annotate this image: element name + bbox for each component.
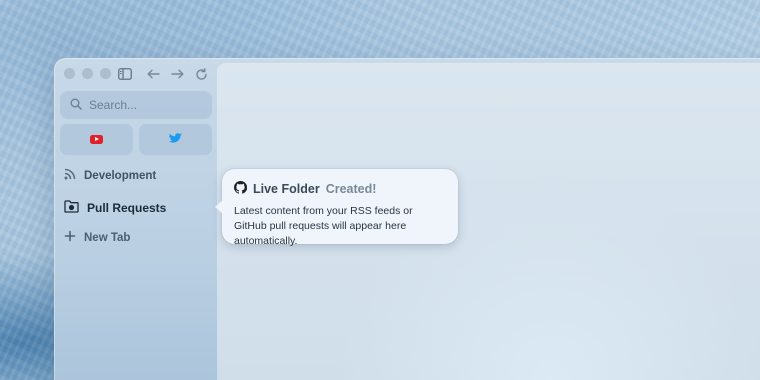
popover-title-main: Live Folder — [253, 182, 320, 196]
github-folder-icon — [64, 199, 79, 216]
sidebar-item-label: Development — [84, 169, 157, 182]
sidebar-item-label: Pull Requests — [87, 200, 167, 215]
rss-icon — [64, 168, 76, 183]
new-tab-button[interactable]: New Tab — [64, 230, 130, 245]
twitter-icon — [169, 131, 182, 149]
youtube-icon — [90, 135, 103, 144]
sidebar: Search... Development Pull Requests New … — [54, 58, 218, 380]
search-icon — [70, 98, 82, 113]
plus-icon — [64, 230, 76, 245]
window-controls — [64, 68, 111, 79]
pinned-tabs — [60, 124, 212, 155]
pinned-tab-twitter[interactable] — [139, 124, 212, 155]
live-folder-popover: Live Folder Created! Latest content from… — [215, 169, 458, 247]
popover-body: Latest content from your RSS feeds or Gi… — [234, 205, 413, 247]
popover-title: Live Folder Created! — [233, 180, 446, 197]
minimize-window-button[interactable] — [82, 68, 93, 79]
popover-title-rest: Created! — [325, 182, 377, 196]
sidebar-item-pull-requests[interactable]: Pull Requests — [64, 199, 166, 216]
forward-arrow-icon[interactable] — [168, 65, 186, 83]
sidebar-toggle-icon[interactable] — [116, 65, 134, 83]
back-arrow-icon[interactable] — [144, 65, 162, 83]
zoom-window-button[interactable] — [100, 68, 111, 79]
new-tab-label: New Tab — [84, 231, 131, 244]
close-window-button[interactable] — [64, 68, 75, 79]
github-icon — [233, 180, 248, 197]
pinned-tab-youtube[interactable] — [60, 124, 133, 155]
search-placeholder: Search... — [89, 98, 138, 112]
reload-icon[interactable] — [192, 65, 210, 83]
search-input[interactable]: Search... — [60, 91, 212, 119]
sidebar-item-development[interactable]: Development — [64, 168, 156, 183]
